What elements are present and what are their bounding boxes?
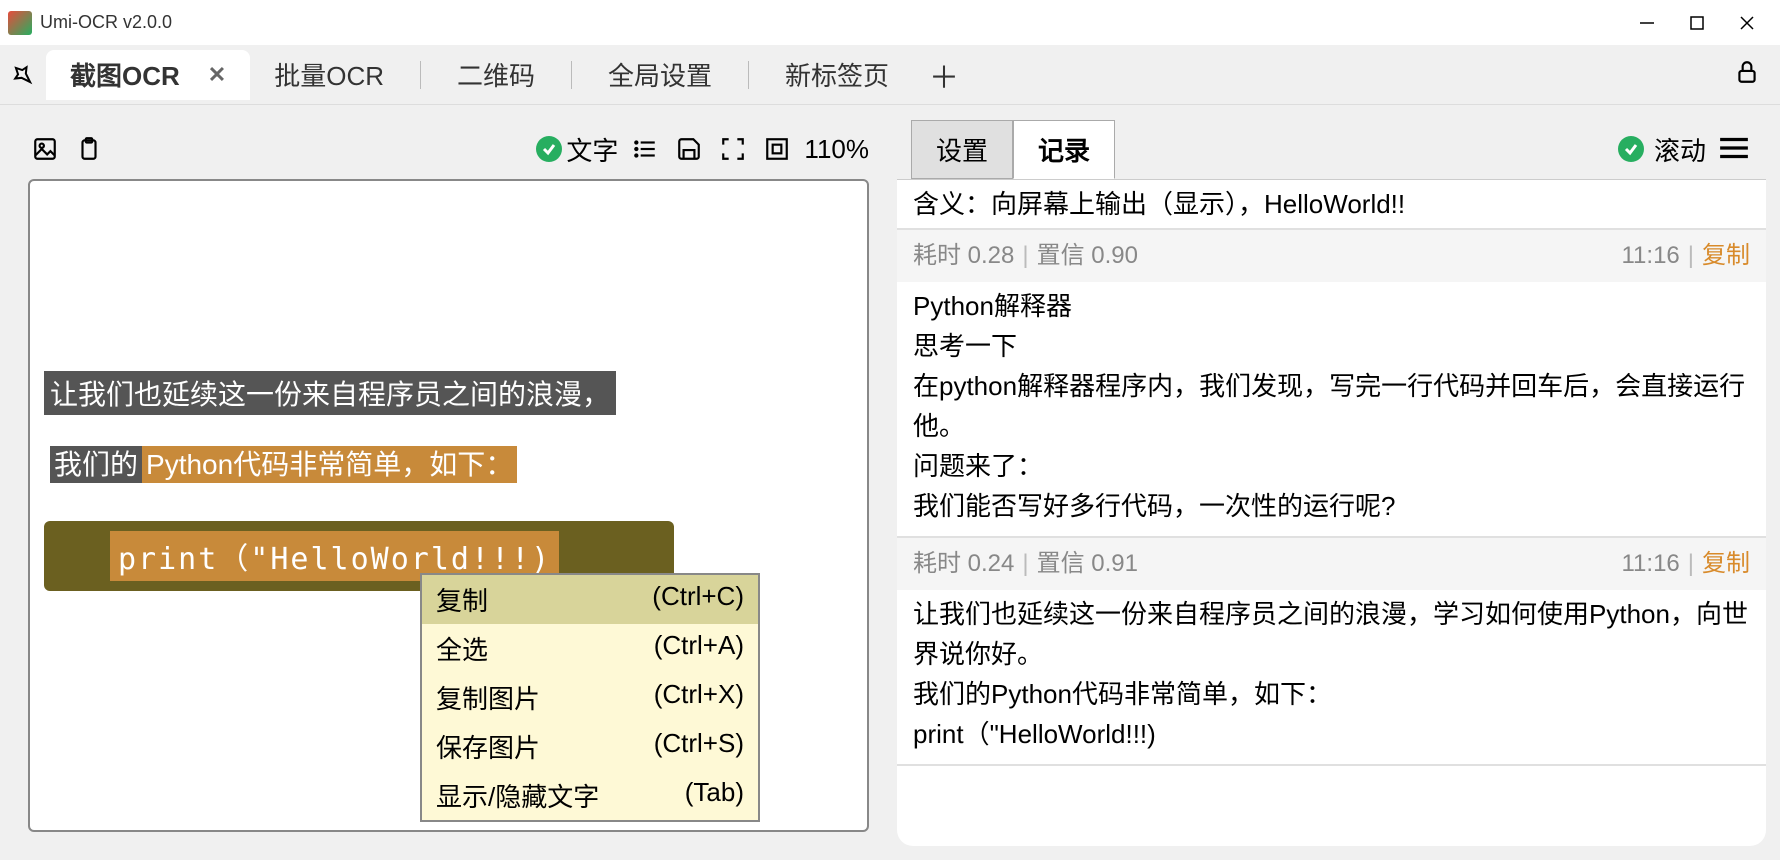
menu-label: 保存图片	[436, 728, 540, 765]
tab-label: 二维码	[457, 56, 535, 93]
menu-toggle-text[interactable]: 显示/隐藏文字 (Tab)	[422, 771, 758, 820]
right-toolbar: 设置 记录 滚动	[897, 119, 1766, 179]
tab-separator	[571, 61, 572, 89]
menu-label: 复制图片	[436, 679, 540, 716]
minimize-button[interactable]	[1622, 3, 1672, 43]
menu-shortcut: (Ctrl+A)	[634, 630, 744, 667]
tab-bar: 截图OCR ✕ 批量OCR 二维码 全局设置 新标签页 ＋	[0, 45, 1780, 105]
app-icon	[8, 11, 32, 35]
record-meta: 耗时 0.24 | 置信 0.91 11:16 | 复制	[897, 538, 1766, 590]
menu-copy[interactable]: 复制 (Ctrl+C)	[422, 575, 758, 624]
records-list[interactable]: 含义：向屏幕上输出（显示），HelloWorld!! 耗时 0.28 | 置信 …	[897, 179, 1766, 846]
menu-label: 复制	[436, 581, 488, 618]
lock-icon[interactable]	[1734, 59, 1760, 90]
menu-icon[interactable]	[1718, 135, 1752, 163]
content-area: 文字 110% 让我们也延续这一份来自程序员之间的浪漫， 我们的Python代码…	[0, 105, 1780, 860]
check-icon	[1618, 136, 1644, 162]
save-icon[interactable]	[672, 132, 706, 166]
separator: |	[1688, 236, 1694, 276]
image-icon[interactable]	[28, 132, 62, 166]
tab-separator	[420, 61, 421, 89]
menu-save-image[interactable]: 保存图片 (Ctrl+S)	[422, 722, 758, 771]
add-tab-button[interactable]: ＋	[913, 53, 975, 97]
pin-icon[interactable]	[8, 60, 38, 90]
image-viewer[interactable]: 让我们也延续这一份来自程序员之间的浪漫， 我们的Python代码非常简单，如下：…	[28, 179, 869, 832]
right-panel: 设置 记录 滚动 含义：向屏幕上输出（显示），HelloWorld!! 耗时 0…	[897, 119, 1766, 846]
ocr-text-line[interactable]: 让我们也延续这一份来自程序员之间的浪漫，	[44, 371, 616, 415]
record-timestamp: 11:16	[1621, 544, 1679, 584]
tab-label: 新标签页	[785, 56, 889, 93]
separator: |	[1688, 544, 1694, 584]
record-item: 耗时 0.24 | 置信 0.91 11:16 | 复制 让我们也延续这一份来自…	[897, 538, 1766, 766]
app-title: Umi-OCR v2.0.0	[40, 12, 172, 33]
tab-screenshot-ocr[interactable]: 截图OCR ✕	[46, 50, 250, 100]
fit-icon[interactable]	[760, 132, 794, 166]
ocr-text-segment: 我们的	[50, 446, 142, 483]
close-button[interactable]	[1722, 3, 1772, 43]
ocr-text-segment: Python代码非常简单，如下：	[142, 446, 517, 483]
record-body[interactable]: Python解释器 思考一下 在python解释器程序内，我们发现，写完一行代码…	[897, 282, 1766, 536]
record-meta: 耗时 0.28 | 置信 0.90 11:16 | 复制	[897, 230, 1766, 282]
sub-tab-records[interactable]: 记录	[1013, 120, 1115, 179]
menu-label: 全选	[436, 630, 488, 667]
tab-qrcode[interactable]: 二维码	[433, 50, 559, 100]
sub-tab-settings[interactable]: 设置	[911, 120, 1013, 179]
record-time-cost: 耗时 0.24	[913, 544, 1014, 584]
paste-icon[interactable]	[72, 132, 106, 166]
check-icon	[536, 136, 562, 162]
copy-button[interactable]: 复制	[1702, 544, 1750, 584]
separator: |	[1022, 236, 1028, 276]
tab-new[interactable]: 新标签页	[761, 50, 913, 100]
record-body[interactable]: 让我们也延续这一份来自程序员之间的浪漫，学习如何使用Python，向世界说你好。…	[897, 590, 1766, 764]
tab-label: 全局设置	[608, 56, 712, 93]
copy-button[interactable]: 复制	[1702, 236, 1750, 276]
tab-global-settings[interactable]: 全局设置	[584, 50, 736, 100]
list-icon[interactable]	[628, 132, 662, 166]
menu-shortcut: (Tab)	[665, 777, 744, 814]
record-timestamp: 11:16	[1621, 236, 1679, 276]
record-partial: 含义：向屏幕上输出（显示），HelloWorld!!	[897, 180, 1766, 230]
record-item: 耗时 0.28 | 置信 0.90 11:16 | 复制 Python解释器 思…	[897, 230, 1766, 538]
menu-copy-image[interactable]: 复制图片 (Ctrl+X)	[422, 673, 758, 722]
record-confidence: 置信 0.90	[1037, 236, 1138, 276]
tab-separator	[748, 61, 749, 89]
zoom-level[interactable]: 110%	[804, 134, 869, 165]
fullscreen-icon[interactable]	[716, 132, 750, 166]
ocr-text-line[interactable]: 我们的Python代码非常简单，如下：	[44, 441, 523, 485]
menu-label: 显示/隐藏文字	[436, 777, 599, 814]
menu-shortcut: (Ctrl+S)	[634, 728, 744, 765]
record-time-cost: 耗时 0.28	[913, 236, 1014, 276]
tab-label: 批量OCR	[274, 56, 384, 93]
left-panel: 文字 110% 让我们也延续这一份来自程序员之间的浪漫， 我们的Python代码…	[14, 119, 883, 846]
tab-label: 截图OCR	[70, 56, 180, 93]
maximize-button[interactable]	[1672, 3, 1722, 43]
text-label: 文字	[566, 131, 618, 168]
auto-scroll-toggle[interactable]: 滚动	[1618, 131, 1706, 168]
menu-select-all[interactable]: 全选 (Ctrl+A)	[422, 624, 758, 673]
separator: |	[1022, 544, 1028, 584]
text-mode-toggle[interactable]: 文字	[536, 131, 618, 168]
scroll-label: 滚动	[1654, 131, 1706, 168]
menu-shortcut: (Ctrl+C)	[632, 581, 744, 618]
record-confidence: 置信 0.91	[1037, 544, 1138, 584]
title-bar: Umi-OCR v2.0.0	[0, 0, 1780, 45]
close-tab-icon[interactable]: ✕	[208, 62, 226, 88]
context-menu: 复制 (Ctrl+C) 全选 (Ctrl+A) 复制图片 (Ctrl+X) 保存…	[420, 573, 760, 822]
menu-shortcut: (Ctrl+X)	[634, 679, 744, 716]
tab-batch-ocr[interactable]: 批量OCR	[250, 50, 408, 100]
left-toolbar: 文字 110%	[14, 119, 883, 179]
